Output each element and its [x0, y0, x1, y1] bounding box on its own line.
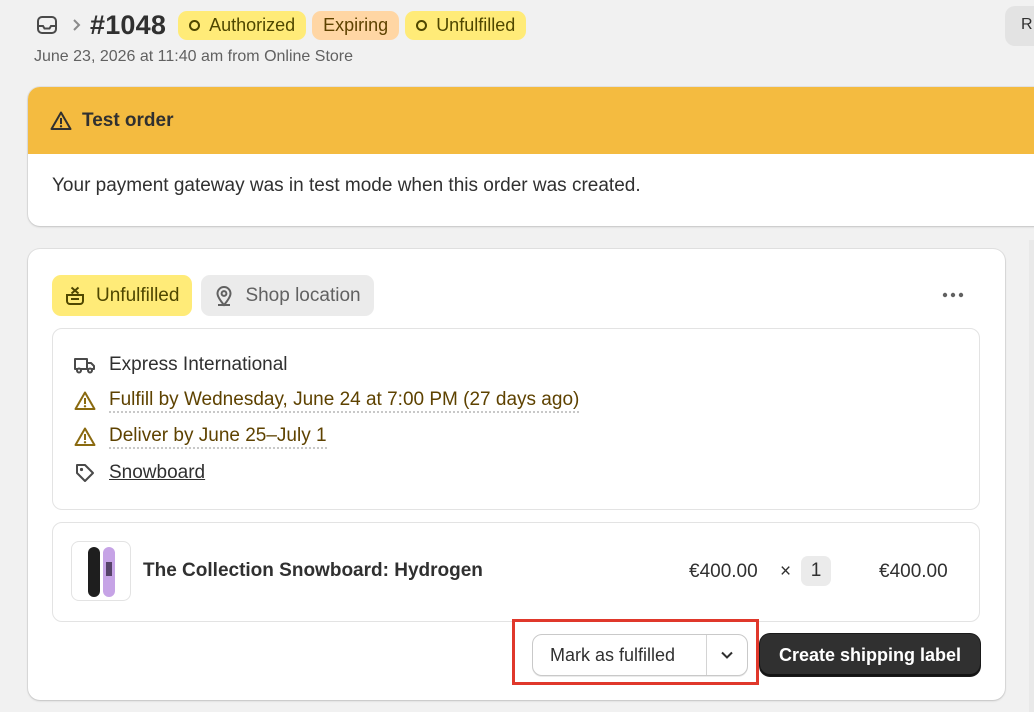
banner-header: Test order	[28, 87, 1034, 154]
title-row: #1048 Authorized Expiring Unfulfilled	[34, 8, 1034, 42]
shipping-method-row: Express International	[73, 352, 288, 378]
tag-icon	[73, 461, 97, 485]
fulfillment-card: Unfulfilled Shop location Express Intern…	[28, 249, 1005, 700]
fulfillment-details: Express International Fulfill by Wednesd…	[52, 328, 980, 510]
highlight-box	[512, 619, 759, 685]
header-action-button[interactable]: R	[1005, 6, 1034, 46]
unfulfilled-status-pill: Unfulfilled	[52, 275, 193, 316]
location-pill[interactable]: Shop location	[201, 275, 374, 316]
delivery-truck-icon	[73, 353, 97, 377]
tag-link-snowboard[interactable]: Snowboard	[109, 462, 205, 484]
ring-icon	[416, 19, 428, 31]
warning-icon	[73, 425, 97, 449]
quantity-badge: 1	[801, 556, 831, 586]
ring-icon	[189, 19, 201, 31]
create-shipping-label-button[interactable]: Create shipping label	[760, 634, 980, 676]
banner-body: Your payment gateway was in test mode wh…	[52, 175, 641, 196]
fulfillment-header: Unfulfilled Shop location	[52, 275, 383, 316]
badge-unfulfilled: Unfulfilled	[405, 10, 527, 40]
product-thumbnail[interactable]	[71, 541, 131, 601]
order-header: #1048 Authorized Expiring Unfulfilled Ju…	[34, 8, 1034, 78]
tag-row: Snowboard	[73, 460, 205, 486]
order-number: #1048	[90, 9, 167, 40]
badge-expiring: Expiring	[312, 10, 400, 40]
adjacent-column-edge	[1029, 240, 1034, 712]
line-total: €400.00	[879, 561, 948, 582]
warning-icon	[50, 110, 72, 132]
badge-authorized: Authorized	[178, 10, 307, 40]
more-actions-icon[interactable]	[940, 285, 966, 305]
chevron-right-icon	[68, 15, 86, 35]
location-pin-icon	[212, 284, 236, 308]
unfulfilled-box-icon	[63, 284, 87, 308]
deliver-by-row: Deliver by June 25–July 1	[73, 424, 327, 450]
line-item: The Collection Snowboard: Hydrogen €400.…	[52, 522, 980, 622]
orders-inbox-icon[interactable]	[34, 12, 60, 38]
product-name[interactable]: The Collection Snowboard: Hydrogen	[143, 560, 483, 582]
deliver-by-text[interactable]: Deliver by June 25–July 1	[109, 425, 327, 449]
warning-icon	[73, 389, 97, 413]
unit-price: €400.00	[689, 561, 758, 582]
test-order-banner: Test order Your payment gateway was in t…	[28, 87, 1034, 226]
multiply-sign: ×	[780, 561, 792, 582]
fulfill-by-row: Fulfill by Wednesday, June 24 at 7:00 PM…	[73, 388, 580, 414]
fulfill-by-text[interactable]: Fulfill by Wednesday, June 24 at 7:00 PM…	[109, 389, 580, 413]
order-date-source: June 23, 2026 at 11:40 am from Online St…	[34, 48, 354, 65]
banner-title: Test order	[82, 109, 174, 131]
